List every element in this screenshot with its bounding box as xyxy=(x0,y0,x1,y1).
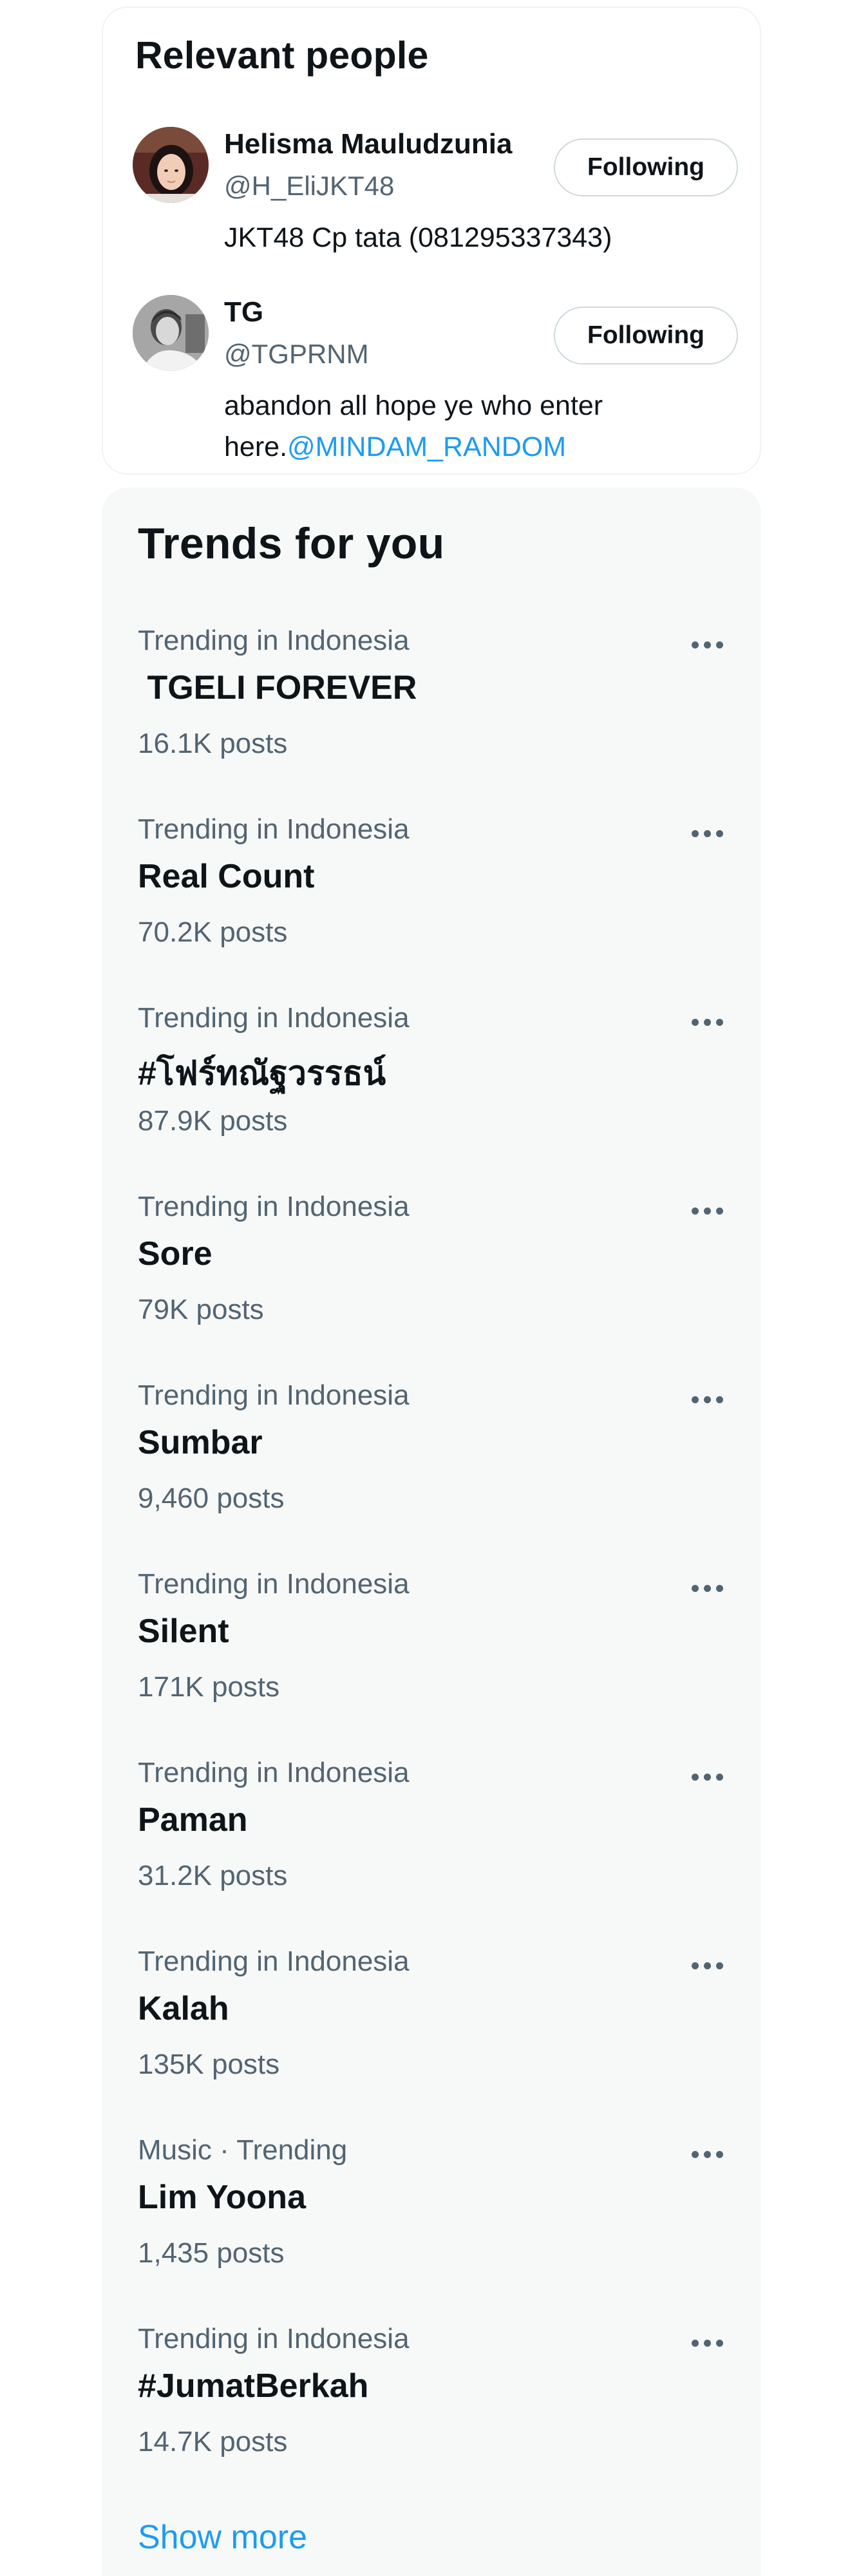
trend-item[interactable]: Trending in Indonesia Sore 79K posts xyxy=(102,1191,761,1379)
person-handle[interactable]: @H_EliJKT48 xyxy=(224,171,394,202)
more-horizontal-icon[interactable] xyxy=(681,1949,733,1982)
more-horizontal-icon[interactable] xyxy=(681,629,733,661)
show-more-link[interactable]: Show more xyxy=(138,2518,307,2557)
trend-topic[interactable]: Paman xyxy=(138,1801,248,1839)
more-horizontal-icon[interactable] xyxy=(681,2138,733,2170)
more-horizontal-icon[interactable] xyxy=(681,1572,733,1604)
person-handle[interactable]: @TGPRNM xyxy=(224,339,369,370)
trend-post-count: 79K posts xyxy=(138,1294,264,1325)
trend-context: Trending in Indonesia xyxy=(138,1757,410,1788)
trend-post-count: 87.9K posts xyxy=(138,1105,288,1137)
trend-item[interactable]: Trending in Indonesia TGELI FOREVER 16.1… xyxy=(102,625,761,813)
trend-topic[interactable]: Sore xyxy=(138,1235,213,1273)
trend-post-count: 16.1K posts xyxy=(138,728,288,759)
trends-title: Trends for you xyxy=(138,519,445,568)
trend-post-count: 1,435 posts xyxy=(138,2237,285,2269)
trend-topic[interactable]: TGELI FOREVER xyxy=(138,668,417,707)
avatar[interactable] xyxy=(133,295,209,371)
trend-topic[interactable]: Silent xyxy=(138,1612,229,1651)
person-name[interactable]: Helisma Mauludzunia xyxy=(224,128,512,160)
relevant-people-card: Relevant people Helisma Mauludzunia @H_E… xyxy=(102,6,761,475)
grayscale-portrait-avatar-icon xyxy=(133,295,209,371)
trend-topic[interactable]: #โฟร์ทณัฐวรรธน์ xyxy=(138,1046,386,1099)
trend-context: Trending in Indonesia xyxy=(138,1568,410,1600)
trend-item[interactable]: Trending in Indonesia #โฟร์ทณัฐวรรธน์ 87… xyxy=(102,1002,761,1190)
trend-post-count: 31.2K posts xyxy=(138,1860,288,1891)
more-horizontal-icon[interactable] xyxy=(681,817,733,849)
trend-item[interactable]: Music · Trending Lim Yoona 1,435 posts xyxy=(102,2134,761,2322)
trends-card: Trends for you Trending in Indonesia TGE… xyxy=(102,488,761,2576)
trend-post-count: 9,460 posts xyxy=(138,1482,285,1514)
trend-context: Trending in Indonesia xyxy=(138,2323,410,2354)
avatar[interactable] xyxy=(133,127,209,203)
trend-item[interactable]: Trending in Indonesia Sumbar 9,460 posts xyxy=(102,1379,761,1567)
trend-post-count: 70.2K posts xyxy=(138,916,288,948)
more-horizontal-icon[interactable] xyxy=(681,1195,733,1227)
trend-context: Trending in Indonesia xyxy=(138,1946,410,1977)
trend-context: Trending in Indonesia xyxy=(138,813,410,845)
following-button[interactable]: Following xyxy=(554,307,738,365)
trend-item[interactable]: Trending in Indonesia Kalah 135K posts xyxy=(102,1946,761,2134)
trend-topic[interactable]: Lim Yoona xyxy=(138,2178,306,2217)
trend-item[interactable]: Trending in Indonesia Silent 171K posts xyxy=(102,1568,761,1756)
trend-post-count: 171K posts xyxy=(138,1671,280,1703)
trend-topic[interactable]: Kalah xyxy=(138,1989,229,2028)
more-horizontal-icon[interactable] xyxy=(681,1006,733,1038)
more-horizontal-icon[interactable] xyxy=(681,2327,733,2359)
trend-item[interactable]: Trending in Indonesia Real Count 70.2K p… xyxy=(102,813,761,1001)
trend-topic[interactable]: Sumbar xyxy=(138,1423,263,1462)
bio-mention-link[interactable]: @MINDAM_RANDOM xyxy=(287,431,566,462)
following-button[interactable]: Following xyxy=(554,138,738,196)
more-horizontal-icon[interactable] xyxy=(681,1383,733,1416)
relevant-people-title: Relevant people xyxy=(135,34,429,77)
person-name[interactable]: TG xyxy=(224,296,263,328)
person-bio-text: JKT48 Cp tata (081295337343) xyxy=(224,222,612,253)
trend-post-count: 14.7K posts xyxy=(138,2426,288,2458)
trend-context: Trending in Indonesia xyxy=(138,1191,410,1222)
trend-context: Trending in Indonesia xyxy=(138,1002,410,1034)
trend-context: Trending in Indonesia xyxy=(138,625,410,656)
more-horizontal-icon[interactable] xyxy=(681,1761,733,1793)
trend-topic[interactable]: Real Count xyxy=(138,857,314,896)
trend-item[interactable]: Trending in Indonesia Paman 31.2K posts xyxy=(102,1757,761,1945)
trend-item[interactable]: Trending in Indonesia #JumatBerkah 14.7K… xyxy=(102,2323,761,2511)
trend-post-count: 135K posts xyxy=(138,2049,280,2080)
page: Relevant people Helisma Mauludzunia @H_E… xyxy=(0,0,841,2576)
person-bio: abandon all hope ye who enter here.@MIND… xyxy=(224,385,649,468)
person-bio: JKT48 Cp tata (081295337343) xyxy=(224,217,649,258)
trend-context: Trending in Indonesia xyxy=(138,1379,410,1411)
trend-topic[interactable]: #JumatBerkah xyxy=(138,2367,368,2405)
portrait-photo-avatar-icon xyxy=(133,127,209,203)
trend-context: Music · Trending xyxy=(138,2134,348,2166)
